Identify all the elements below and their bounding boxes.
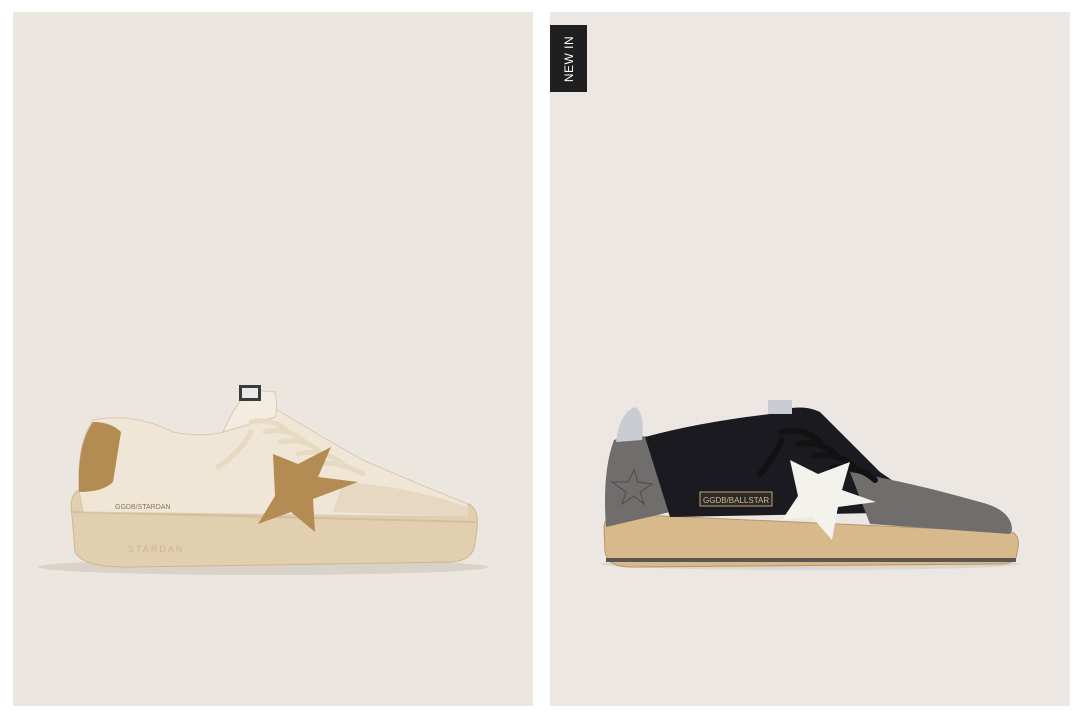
sneaker-image-ballstar: GGDB/BALLSTAR xyxy=(600,400,1020,570)
product-card-left[interactable]: GGDB/STARDAN STARDAN xyxy=(13,12,533,706)
sole-text-left: STARDAN xyxy=(128,544,184,554)
sneaker-image-stardan: GGDB/STARDAN STARDAN xyxy=(38,385,488,575)
new-in-badge: NEW IN xyxy=(550,25,587,92)
product-card-right[interactable]: GGDB/BALLSTAR NEW IN xyxy=(550,12,1070,706)
side-logo-left: GGDB/STARDAN xyxy=(115,504,171,511)
side-logo-right: GGDB/BALLSTAR xyxy=(703,496,769,505)
new-in-badge-label: NEW IN xyxy=(561,35,576,82)
